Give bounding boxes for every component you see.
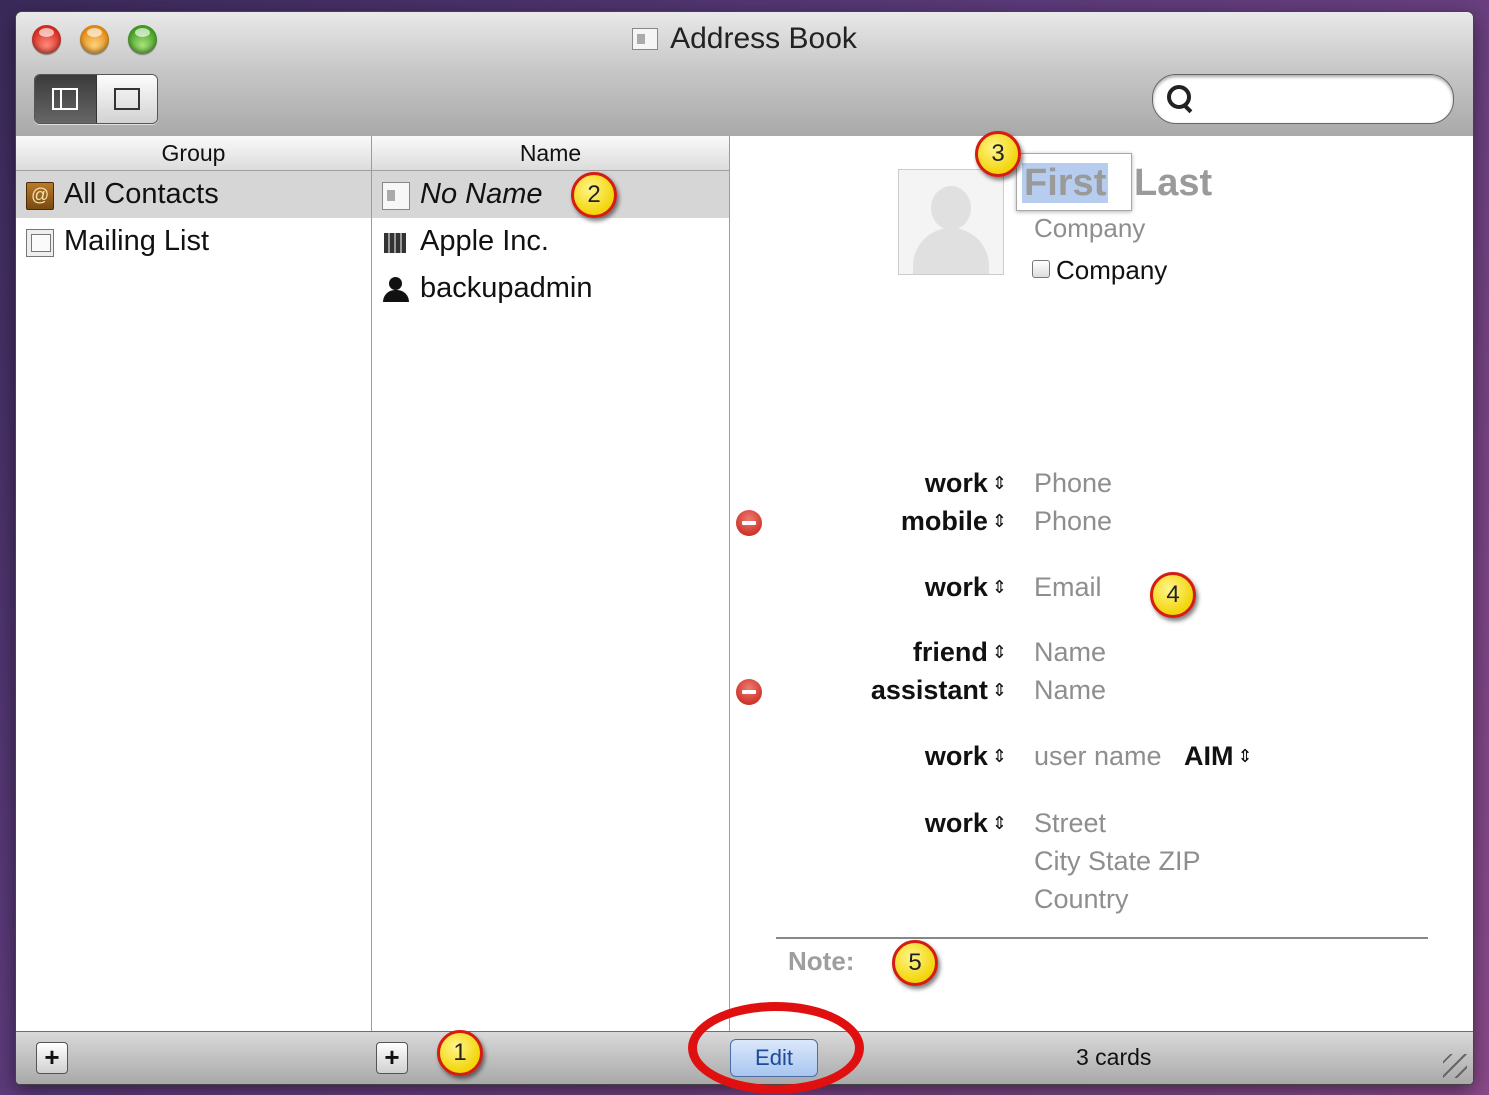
related-field-assistant[interactable]: Name bbox=[1034, 675, 1106, 706]
field-label-text: work bbox=[924, 808, 988, 838]
phone-field-work[interactable]: Phone bbox=[1034, 468, 1112, 499]
contact-row-backupadmin[interactable]: backupadmin bbox=[372, 265, 729, 312]
contact-name: backupadmin bbox=[420, 272, 593, 304]
checkbox-icon[interactable] bbox=[1032, 260, 1050, 278]
last-name-text[interactable]: Last bbox=[1134, 163, 1212, 203]
field-label-text: friend bbox=[912, 637, 988, 667]
updown-arrows-icon: ⇕ bbox=[991, 642, 1007, 662]
group-item-label: Mailing List bbox=[64, 225, 210, 257]
group-column-header[interactable]: Group bbox=[16, 136, 371, 171]
card-only-view-button[interactable] bbox=[96, 75, 157, 123]
note-divider bbox=[776, 937, 1428, 939]
columns-view-button[interactable] bbox=[35, 75, 97, 123]
annotation-badge-3: 3 bbox=[975, 131, 1021, 177]
updown-arrows-icon: ⇕ bbox=[991, 746, 1007, 766]
updown-arrows-icon: ⇕ bbox=[991, 680, 1007, 700]
updown-arrows-icon: ⇕ bbox=[991, 813, 1007, 833]
field-label-text: assistant bbox=[870, 675, 988, 705]
card-count: 3 cards bbox=[1076, 1044, 1152, 1070]
annotation-badge-5: 5 bbox=[892, 940, 938, 986]
contact-name: No Name bbox=[420, 178, 543, 210]
annotation-badge-2: 2 bbox=[571, 172, 617, 218]
group-item-label: All Contacts bbox=[64, 178, 219, 210]
building-icon bbox=[382, 229, 408, 255]
name-column-header[interactable]: Name bbox=[372, 136, 729, 171]
company-checkbox[interactable]: Company bbox=[1032, 255, 1167, 286]
related-label-assistant[interactable]: assistant ⇕ bbox=[871, 675, 1007, 706]
add-contact-button[interactable]: + bbox=[376, 1042, 408, 1074]
remove-field-icon[interactable] bbox=[736, 510, 762, 536]
search-icon bbox=[1167, 85, 1191, 109]
search-field[interactable] bbox=[1152, 74, 1454, 124]
add-group-button[interactable]: + bbox=[36, 1042, 68, 1074]
group-column: Group All Contacts Mailing List bbox=[16, 136, 372, 1032]
annotation-badge-1: 1 bbox=[437, 1030, 483, 1076]
first-name-text[interactable]: First bbox=[1022, 163, 1109, 203]
card-icon bbox=[382, 182, 410, 210]
im-username-field[interactable]: user name bbox=[1034, 741, 1162, 772]
card-view-icon bbox=[113, 88, 140, 110]
resize-grip-icon[interactable] bbox=[1443, 1054, 1467, 1078]
address-label-work[interactable]: work ⇕ bbox=[925, 808, 1007, 839]
contact-row-apple[interactable]: Apple Inc. bbox=[372, 218, 729, 265]
group-icon bbox=[26, 229, 54, 257]
person-icon bbox=[382, 276, 409, 302]
im-service-popup[interactable]: AIM ⇕ bbox=[1184, 741, 1253, 772]
contact-name: Apple Inc. bbox=[420, 225, 549, 257]
group-item-mailing-list[interactable]: Mailing List bbox=[16, 218, 371, 265]
contact-photo[interactable] bbox=[898, 169, 1004, 275]
view-mode-control bbox=[34, 74, 158, 124]
field-label-text: work bbox=[924, 572, 988, 602]
columns-view-icon bbox=[52, 88, 79, 110]
phone-label-mobile[interactable]: mobile ⇕ bbox=[901, 506, 1007, 537]
city-state-zip-field[interactable]: City State ZIP bbox=[1034, 846, 1201, 877]
search-input[interactable] bbox=[1201, 83, 1435, 115]
street-field[interactable]: Street bbox=[1034, 808, 1106, 839]
annotation-badge-4: 4 bbox=[1150, 572, 1196, 618]
updown-arrows-icon: ⇕ bbox=[991, 577, 1007, 597]
phone-label-work[interactable]: work ⇕ bbox=[925, 468, 1007, 499]
updown-arrows-icon: ⇕ bbox=[991, 511, 1007, 531]
note-label[interactable]: Note: bbox=[788, 946, 854, 977]
remove-field-icon[interactable] bbox=[736, 679, 762, 705]
contact-row-no-name[interactable]: No Name bbox=[372, 171, 729, 218]
group-item-all-contacts[interactable]: All Contacts bbox=[16, 171, 371, 219]
im-label-work[interactable]: work ⇕ bbox=[925, 741, 1007, 772]
title-bar: Address Book bbox=[16, 12, 1473, 137]
window-title: Address Book bbox=[16, 22, 1473, 56]
highlight-ring bbox=[688, 1002, 864, 1094]
im-service-label: AIM bbox=[1184, 741, 1234, 771]
updown-arrows-icon: ⇕ bbox=[991, 473, 1007, 493]
updown-arrows-icon: ⇕ bbox=[1237, 746, 1253, 766]
phone-field-mobile[interactable]: Phone bbox=[1034, 506, 1112, 537]
field-label-text: work bbox=[924, 741, 988, 771]
company-field[interactable]: Company bbox=[1034, 213, 1145, 244]
name-column: Name No Name Apple Inc. backupadmin bbox=[372, 136, 730, 1032]
address-book-window: Address Book Group All Contacts Mailing … bbox=[16, 12, 1473, 1084]
related-label-friend[interactable]: friend ⇕ bbox=[913, 637, 1007, 668]
email-field-work[interactable]: Email bbox=[1034, 572, 1102, 603]
country-field[interactable]: Country bbox=[1034, 884, 1129, 915]
field-label-text: mobile bbox=[900, 506, 988, 536]
field-label-text: work bbox=[924, 468, 988, 498]
email-label-work[interactable]: work ⇕ bbox=[925, 572, 1007, 603]
address-card-icon bbox=[632, 28, 659, 50]
address-book-icon bbox=[26, 172, 54, 219]
company-checkbox-label: Company bbox=[1056, 255, 1168, 285]
related-field-friend[interactable]: Name bbox=[1034, 637, 1106, 668]
